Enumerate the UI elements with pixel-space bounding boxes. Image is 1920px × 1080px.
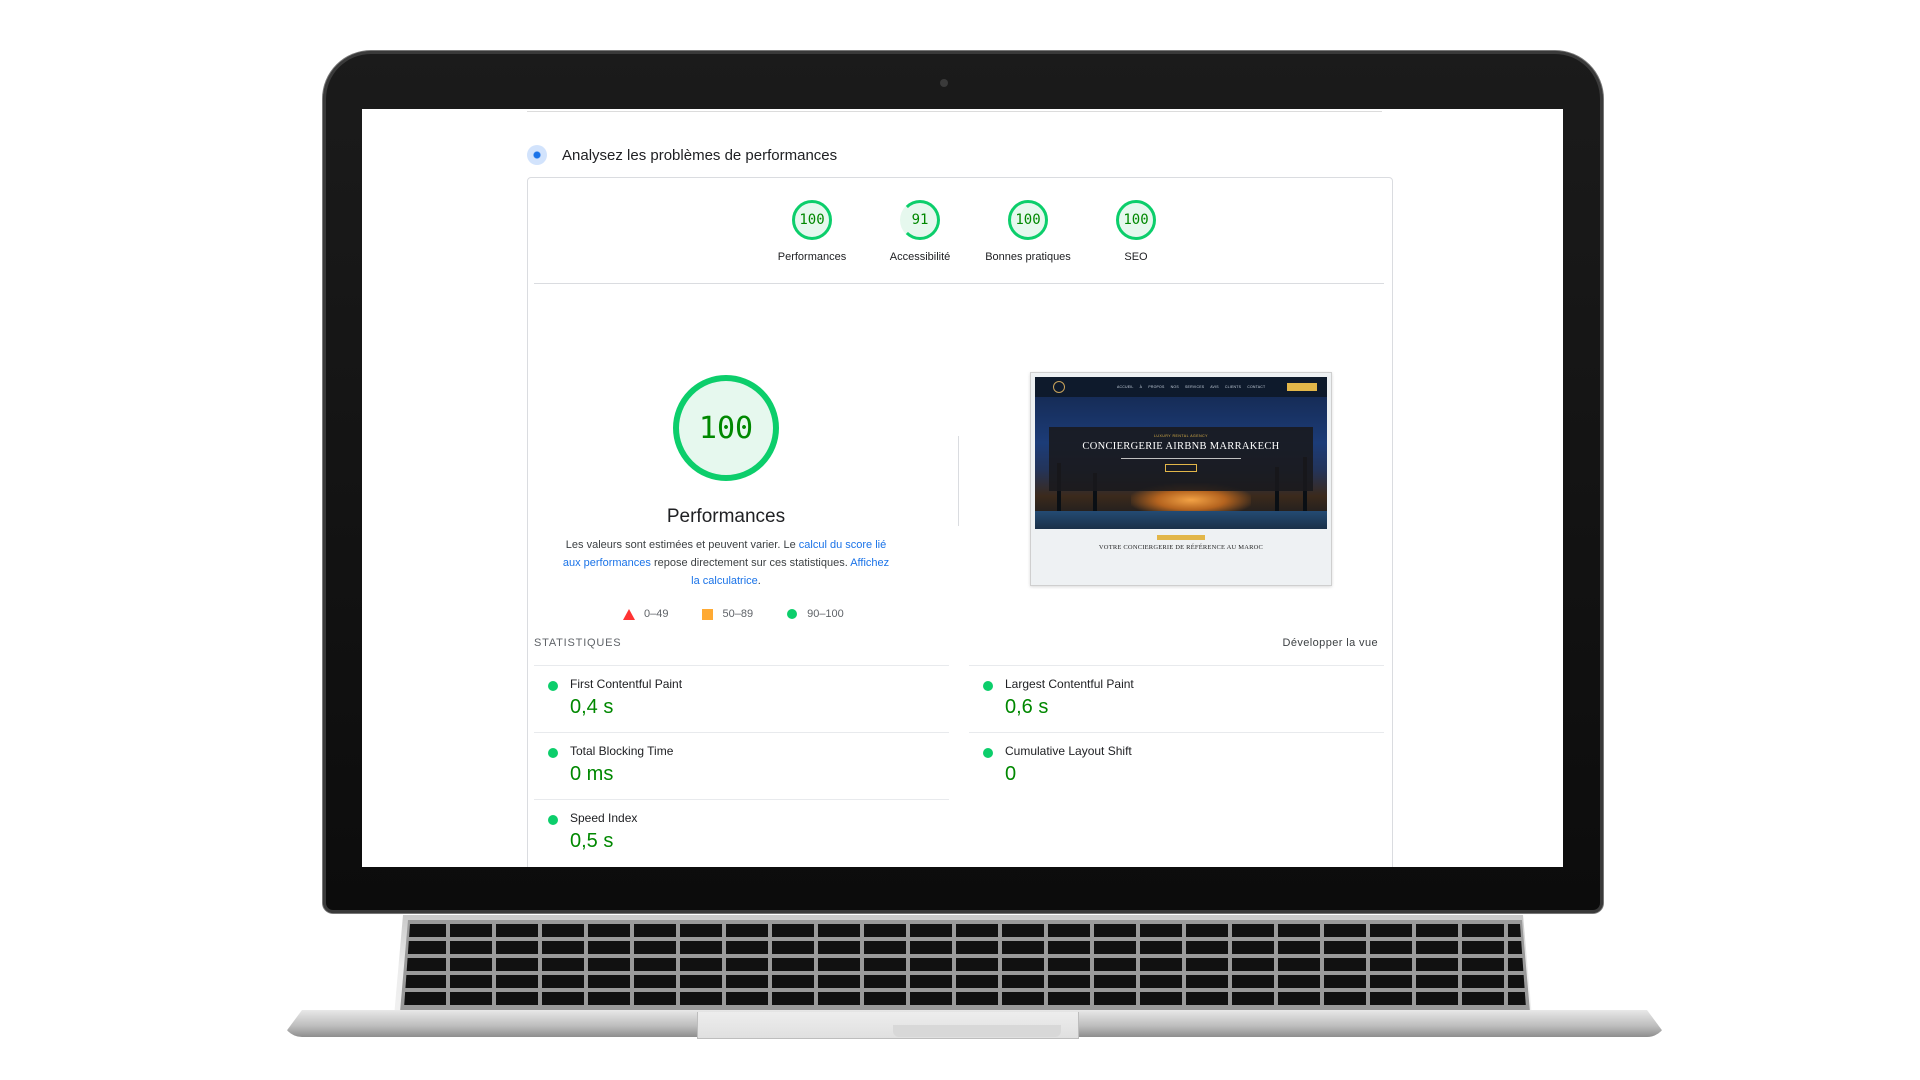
screenshot-cta [1287, 383, 1317, 391]
hero-box: LUXURY RENTAL AGENCY CONCIERGERIE AIRBNB… [1049, 427, 1313, 491]
gauge-score: 100 [792, 200, 832, 240]
legend-pass: 90–100 [787, 608, 844, 620]
explain-text: Les valeurs sont estimées et peuvent var… [565, 539, 799, 551]
expand-view-toggle[interactable]: Développer la vue [1283, 637, 1378, 649]
hero-text: ▬▬▬▬▬▬▬▬▬▬▬▬▬▬▬▬▬▬▬▬▬▬▬▬▬▬▬▬▬▬▬▬▬▬▬▬▬▬▬▬ [1121, 456, 1241, 460]
triangle-icon [623, 608, 635, 620]
metric-name: Cumulative Layout Shift [1005, 744, 1132, 758]
stats-heading: STATISTIQUES [534, 637, 622, 649]
metric-value: 0 ms [570, 763, 614, 785]
legend-range: 50–89 [722, 608, 754, 620]
keyboard-keys [404, 924, 1526, 1008]
explain-text: . [757, 575, 761, 587]
laptop-notch [893, 1025, 1061, 1037]
pass-icon [983, 748, 993, 758]
camera-icon [940, 79, 948, 87]
metrics-right: Largest Contentful Paint 0,6 s Cumulativ… [969, 665, 1384, 799]
metric-cls: Cumulative Layout Shift 0 [969, 732, 1384, 799]
score-explanation: Les valeurs sont estimées et peuvent var… [558, 536, 894, 590]
section-headline: VOTRE CONCIERGERIE DE RÉFÉRENCE AU MAROC [1098, 544, 1264, 551]
gauge-score: 91 [900, 200, 940, 240]
metric-name: Speed Index [570, 811, 638, 825]
laptop-mockup: Analysez les problèmes de performances 1… [0, 0, 1920, 1080]
pass-icon [548, 815, 558, 825]
gauge-label: SEO [1124, 251, 1148, 263]
screenshot-section: VOTRE CONCIERGERIE DE RÉFÉRENCE AU MAROC [1035, 529, 1327, 579]
metric-tbt: Total Blocking Time 0 ms [534, 732, 949, 799]
screen: Analysez les problèmes de performances 1… [362, 109, 1563, 867]
gauge-seo[interactable]: 100 SEO [1082, 200, 1190, 263]
divider [527, 111, 1382, 112]
gauge-label: Accessibilité [889, 251, 951, 263]
divider [958, 436, 959, 526]
logo-icon [1053, 381, 1065, 393]
metric-value: 0,6 s [1005, 696, 1049, 718]
analyse-title: Analysez les problèmes de performances [562, 146, 838, 164]
metric-fcp: First Contentful Paint 0,4 s [534, 665, 949, 732]
metric-name: First Contentful Paint [570, 677, 683, 691]
gauge-accessibilite[interactable]: 91 Accessibilité [866, 200, 974, 263]
metrics-left: First Contentful Paint 0,4 s Total Block… [534, 665, 949, 866]
main-gauge-title: Performances [666, 506, 786, 527]
report-card: 100 Performances 91 Accessibilité 100 Bo… [527, 177, 1393, 867]
metric-lcp: Largest Contentful Paint 0,6 s [969, 665, 1384, 732]
analyse-header: Analysez les problèmes de performances [527, 143, 837, 167]
legend-fail: 0–49 [623, 608, 668, 620]
gauge-performances[interactable]: 100 Performances [758, 200, 866, 263]
gauge-label: Bonnes pratiques [985, 251, 1071, 263]
pass-icon [983, 681, 993, 691]
metric-name: Largest Contentful Paint [1005, 677, 1134, 691]
pass-icon [548, 748, 558, 758]
screenshot-hero: LUXURY RENTAL AGENCY CONCIERGERIE AIRBNB… [1035, 397, 1327, 529]
square-icon [702, 608, 714, 620]
category-gauges: 100 Performances 91 Accessibilité 100 Bo… [758, 200, 1190, 263]
legend-range: 0–49 [644, 608, 669, 620]
legend-range: 90–100 [807, 608, 844, 620]
section-pill [1157, 535, 1205, 540]
metric-value: 0,4 s [570, 696, 614, 718]
hero-tag: LUXURY RENTAL AGENCY [1153, 434, 1209, 438]
lighthouse-icon [527, 145, 547, 165]
screenshot-menu: ACCUEIL À PROPOS NOS SERVICES AVIS CLIEN… [1117, 385, 1266, 389]
gauge-score: 100 [1008, 200, 1048, 240]
final-screenshot: ACCUEIL À PROPOS NOS SERVICES AVIS CLIEN… [1030, 372, 1332, 586]
hero-button [1165, 464, 1197, 472]
main-score-gauge: 100 [673, 375, 779, 481]
metric-value: 0 [1005, 763, 1017, 785]
explain-text: repose directement sur ces statistiques. [650, 557, 851, 569]
gauge-label: Performances [777, 251, 847, 263]
pool [1035, 511, 1327, 529]
gauge-score: 100 [1116, 200, 1156, 240]
pass-icon [548, 681, 558, 691]
hero-headline: CONCIERGERIE AIRBNB MARRAKECH [1082, 441, 1280, 452]
divider [534, 283, 1384, 284]
screenshot-nav: ACCUEIL À PROPOS NOS SERVICES AVIS CLIEN… [1035, 377, 1327, 397]
gauge-bonnes-pratiques[interactable]: 100 Bonnes pratiques [974, 200, 1082, 263]
legend-average: 50–89 [702, 608, 753, 620]
score-legend: 0–49 50–89 90–100 [623, 608, 878, 620]
metric-value: 0,5 s [570, 830, 614, 852]
metric-si: Speed Index 0,5 s [534, 799, 949, 866]
circle-icon [787, 609, 798, 619]
metric-name: Total Blocking Time [570, 744, 674, 758]
